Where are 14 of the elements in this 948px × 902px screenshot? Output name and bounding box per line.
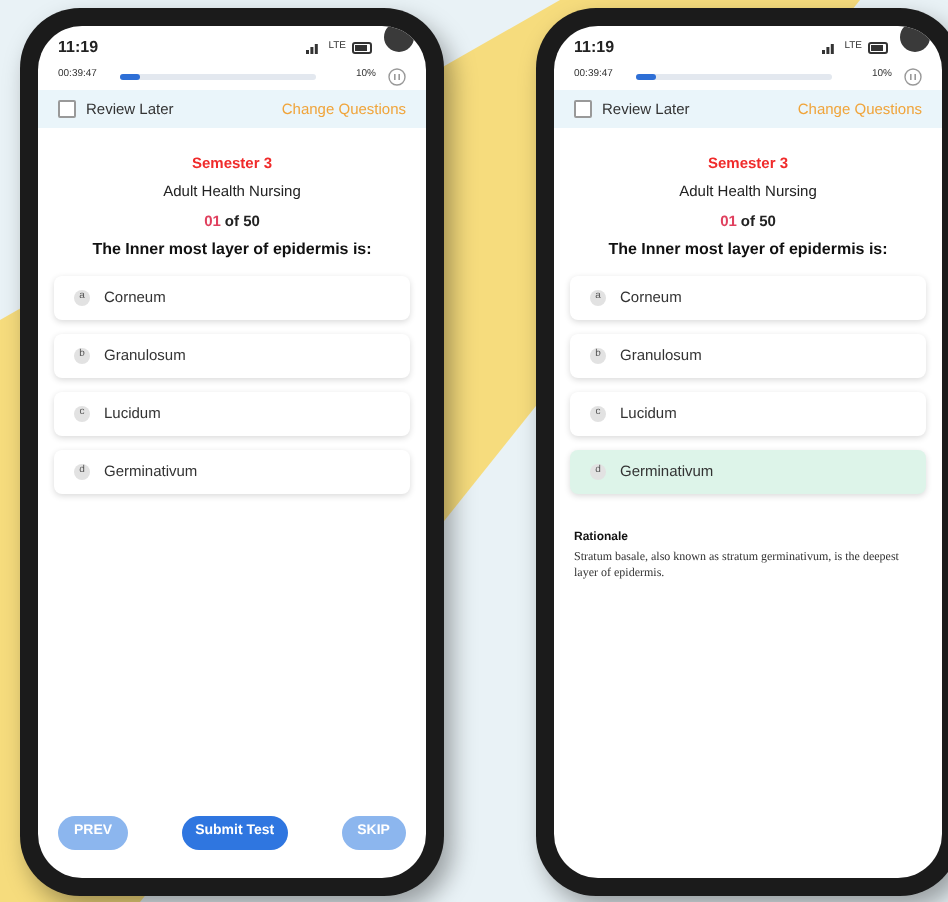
battery-icon [352,42,374,54]
status-time: 11:19 [58,36,99,60]
review-checkbox[interactable] [574,100,592,118]
question-text: The Inner most layer of epidermis is: [92,237,372,262]
question-text: The Inner most layer of epidermis is: [608,237,888,262]
signal-icon [822,42,839,54]
signal-icon [306,42,323,54]
avatar-icon[interactable] [900,26,930,52]
battery-icon [868,42,890,54]
pause-icon[interactable] [388,67,406,85]
review-checkbox[interactable] [58,100,76,118]
avatar-icon[interactable] [384,26,414,52]
status-time: 11:19 [574,36,615,60]
pause-icon[interactable] [904,67,922,85]
